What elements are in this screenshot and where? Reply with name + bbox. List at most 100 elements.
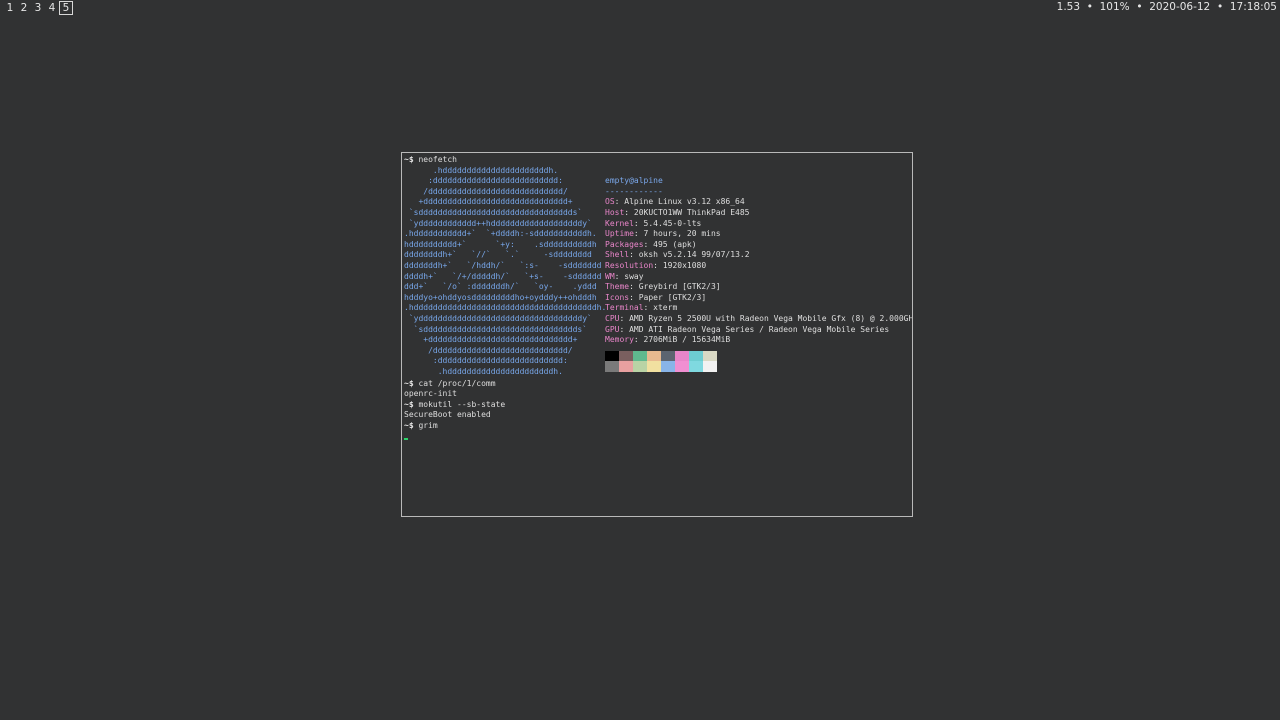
logo-line: .hdddddddddddddddddddddddddddddddddddddd… (404, 303, 607, 313)
info-key: Uptime (605, 229, 634, 239)
volume-level: 101% (1099, 1, 1130, 13)
prompt: ~$ (404, 420, 414, 430)
info-key: Kernel (605, 218, 634, 228)
info-key: Terminal (605, 303, 644, 313)
logo-line: /dddddddddddddddddddddddddddd/ (404, 186, 568, 196)
separator: • (1086, 1, 1093, 13)
info-value: Alpine Linux v3.12 x86_64 (624, 197, 745, 207)
info-key: GPU (605, 324, 620, 334)
info-value: 495 (apk) (653, 239, 697, 249)
info-line: Shell: oksh v5.2.14 99/07/13.2 (605, 250, 750, 260)
color-swatch (703, 350, 717, 362)
separator: • (1136, 1, 1143, 13)
user-host: empty@alpine (605, 176, 663, 186)
terminal-window[interactable]: ~$ neofetch .hddddddddddddddddddddddh. :… (401, 152, 913, 517)
color-swatch (605, 361, 619, 372)
command-text: neofetch (418, 155, 457, 164)
input-line[interactable] (404, 432, 912, 443)
command-line: ~$ grim (404, 421, 912, 432)
color-swatch (661, 350, 675, 362)
info-line: Resolution: 1920x1080 (605, 260, 707, 270)
logo-line: ddddh+` `/+/dddddh/` `+s- -sdddddd (404, 271, 602, 281)
color-swatch (619, 350, 633, 362)
color-swatch (703, 361, 717, 372)
info-line: Uptime: 7 hours, 20 mins (605, 229, 721, 239)
logo-line: .hddddddddddd+` `+ddddh:-sdddddddddddh. (404, 229, 597, 239)
info-value: Paper [GTK2/3] (638, 292, 707, 302)
info-key: WM (605, 271, 615, 281)
info-key: OS (605, 197, 615, 207)
color-swatch (675, 361, 689, 372)
color-swatch (689, 361, 703, 372)
info-value: AMD ATI Radeon Vega Series / Radeon Vega… (629, 324, 890, 334)
color-swatch (647, 361, 661, 372)
header-underline: ------------ (605, 186, 663, 196)
logo-line: ddddddddh+` `//` `.` -sdddddddd (404, 250, 592, 260)
color-palette (605, 350, 912, 372)
info-line: Kernel: 5.4.45-0-lts (605, 218, 702, 228)
info-key: Theme (605, 282, 630, 292)
info-key: Shell (605, 250, 630, 260)
command-output: SecureBoot enabled (404, 410, 491, 420)
workspace-button-1[interactable]: 1 (3, 1, 17, 15)
color-swatch (689, 350, 703, 362)
info-line: GPU: AMD ATI Radeon Vega Series / Radeon… (605, 324, 890, 334)
workspace-button-3[interactable]: 3 (31, 1, 45, 15)
info-value: AMD Ryzen 5 2500U with Radeon Vega Mobil… (629, 313, 913, 323)
logo-line: :dddddddddddddddddddddddddd: (404, 356, 568, 366)
info-line: Host: 20KUCTO1WW ThinkPad E485 (605, 207, 750, 217)
palette-row-bright (605, 361, 912, 372)
logo-line: /dddddddddddddddddddddddddddd/ (404, 345, 573, 355)
workspace-button-4[interactable]: 4 (45, 1, 59, 15)
clock: 17:18:05 (1229, 1, 1277, 13)
info-value: 2706MiB / 15634MiB (643, 335, 731, 345)
info-key: Packages (605, 239, 644, 249)
command-text: mokutil --sb-state (418, 399, 506, 409)
prompt: ~$ (404, 378, 414, 388)
workspace-button-2[interactable]: 2 (17, 1, 31, 15)
logo-line: +dddddddddddddddddddddddddddddd+ (404, 197, 573, 207)
logo-line: `yddddddddddddddddddddddddddddddddddy` (404, 313, 592, 323)
date: 2020-06-12 (1149, 1, 1211, 13)
info-line: CPU: AMD Ryzen 5 2500U with Radeon Vega … (605, 313, 913, 325)
info-line: Theme: Greybird [GTK2/3] (605, 282, 721, 292)
command-text: grim (418, 420, 438, 430)
info-key: Icons (605, 292, 630, 302)
palette-row-normal (605, 350, 912, 362)
logo-line: `sdddddddddddddddddddddddddddddddds` (404, 324, 588, 334)
info-line: Packages: 495 (apk) (605, 239, 697, 249)
logo-line: .hddddddddddddddddddddddh. (404, 366, 563, 376)
info-value: oksh v5.2.14 99/07/13.2 (638, 250, 750, 260)
text-cursor (404, 437, 408, 440)
color-swatch (647, 350, 661, 362)
info-line: Terminal: xterm (605, 303, 678, 313)
info-value: 20KUCTO1WW ThinkPad E485 (633, 207, 750, 217)
status-info: 1.53 • 101% • 2020-06-12 • 17:18:05 (1057, 0, 1277, 15)
logo-line: hdddyo+ohddyosdddddddddho+oydddy++ohdddh (404, 292, 597, 302)
info-lines: OS: Alpine Linux v3.12 x86_64 Host: 20KUC… (605, 197, 913, 345)
load-average: 1.53 (1056, 1, 1081, 13)
info-value: 1920x1080 (662, 260, 707, 270)
info-key: Memory (605, 335, 634, 345)
logo-line: ddd+` `/o` :dddddddh/` `oy- .yddd (404, 282, 597, 292)
status-bar: 1 2 3 4 5 1.53 • 101% • 2020-06-12 • 17:… (0, 0, 1280, 15)
command-line: ~$ cat /proc/1/comm (404, 379, 912, 390)
info-value: 5.4.45-0-lts (643, 218, 702, 228)
color-swatch (633, 350, 647, 362)
color-swatch (633, 361, 647, 372)
info-line: OS: Alpine Linux v3.12 x86_64 (605, 197, 745, 207)
logo-line: `sdddddddddddddddddddddddddddddddds` (404, 207, 583, 217)
color-swatch (605, 350, 619, 362)
logo-line: `ydddddddddddd++hdddddddddddddddddddy` (404, 218, 592, 228)
system-info: empty@alpine ------------ OS: Alpine Lin… (605, 166, 913, 372)
color-swatch (661, 361, 675, 372)
command-line: ~$ mokutil --sb-state (404, 400, 912, 411)
info-key: CPU (605, 313, 620, 323)
info-value: xterm (653, 303, 678, 313)
logo-line: dddddddh+` `/hddh/` `:s- -sddddddd (404, 260, 602, 270)
logo-line: +dddddddddddddddddddddddddddddd+ (404, 335, 578, 345)
color-swatch (675, 350, 689, 362)
workspace-button-5[interactable]: 5 (59, 0, 73, 15)
neofetch-output: .hddddddddddddddddddddddh. :dddddddddddd… (404, 166, 912, 379)
